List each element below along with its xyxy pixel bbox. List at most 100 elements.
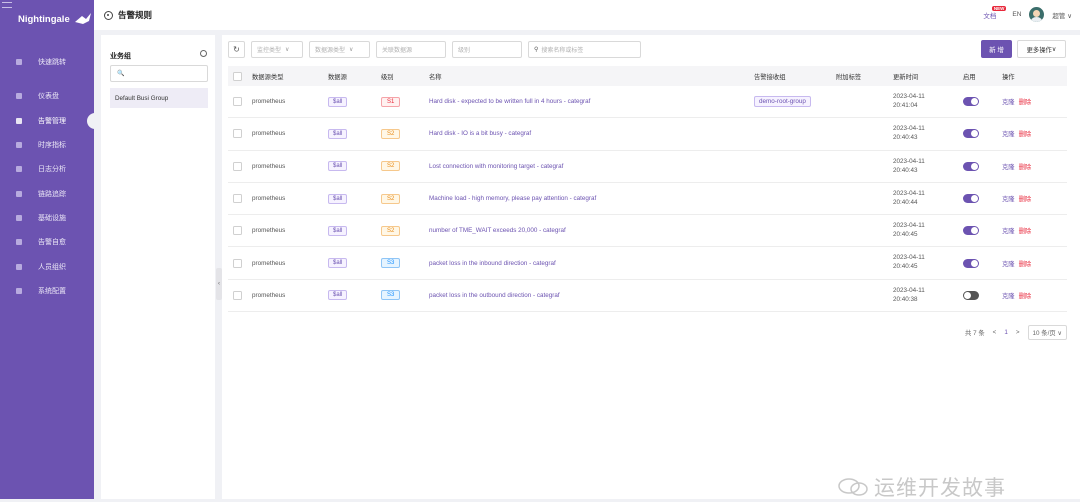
- datasource-type-select[interactable]: 数据源类型 ∨: [309, 40, 370, 58]
- row-actions: 克隆 删除: [1002, 129, 1031, 138]
- sidebar-item-log-analysis[interactable]: 日志分析: [0, 157, 94, 181]
- watermark: 运维开发故事: [838, 472, 1006, 502]
- rule-name-link[interactable]: Hard disk - expected to be written full …: [429, 98, 590, 105]
- delete-button[interactable]: 删除: [1019, 293, 1032, 300]
- rule-name-link[interactable]: Machine load - high memory, please pay a…: [429, 195, 596, 202]
- rule-name-link[interactable]: packet loss in the outbound direction - …: [429, 292, 560, 299]
- rule-name-link[interactable]: number of TME_WAIT exceeds 20,000 - cate…: [429, 227, 566, 234]
- settings-icon[interactable]: [200, 50, 207, 57]
- row-checkbox[interactable]: [233, 226, 242, 236]
- select-all-checkbox[interactable]: [233, 71, 242, 81]
- sidebar-item-infrastructure[interactable]: 基础设施: [0, 206, 94, 230]
- enable-toggle[interactable]: [963, 194, 979, 204]
- clone-button[interactable]: 克隆: [1002, 99, 1015, 106]
- rule-name-link[interactable]: packet loss in the inbound direction - c…: [429, 260, 556, 267]
- severity-placeholder: 级别: [458, 47, 471, 54]
- delete-button[interactable]: 删除: [1019, 131, 1032, 138]
- col-extra-labels: 附加标签: [836, 73, 862, 81]
- prev-page-button[interactable]: <: [993, 329, 997, 336]
- sidebar-item-tracing[interactable]: 链路追踪: [0, 181, 94, 205]
- page-size-select[interactable]: 10 条/页 ∨: [1027, 325, 1067, 340]
- row-checkbox[interactable]: [233, 290, 242, 300]
- enable-toggle[interactable]: [963, 290, 979, 300]
- page-1-button[interactable]: 1: [1004, 329, 1008, 336]
- table-row: prometheus $all S3 packet loss in the outbo…: [228, 280, 1067, 313]
- rule-name-link[interactable]: Lost connection with monitoring target -…: [429, 163, 563, 170]
- row-checkbox[interactable]: [233, 129, 242, 139]
- sidebar-item-label: 基础设施: [38, 214, 66, 222]
- datasource-tag: $all: [328, 290, 348, 301]
- col-enabled: 启用: [963, 73, 976, 81]
- severity-cell: S3: [381, 258, 401, 269]
- row-checkbox[interactable]: [233, 161, 242, 171]
- severity-select[interactable]: 级别: [452, 40, 522, 58]
- sidebar-item-dashboard[interactable]: 仪表盘: [0, 84, 94, 108]
- language-switch[interactable]: EN: [1012, 11, 1021, 18]
- clone-button[interactable]: 克隆: [1002, 228, 1015, 235]
- enable-toggle[interactable]: [963, 129, 979, 139]
- delete-button[interactable]: 删除: [1019, 99, 1032, 106]
- enable-toggle[interactable]: [963, 161, 979, 171]
- add-rule-button[interactable]: 新 增: [981, 40, 1012, 58]
- delete-button[interactable]: 删除: [1019, 228, 1032, 235]
- header-actions: 文档 NEW EN 超管 ∨: [983, 5, 1072, 22]
- clone-button[interactable]: 克隆: [1002, 131, 1015, 138]
- sidebar-item-quick-jump[interactable]: 快速跳转: [0, 50, 94, 74]
- severity-badge: S2: [381, 225, 401, 236]
- group-search-input[interactable]: 🔍: [110, 65, 208, 82]
- col-datasource: 数据源: [328, 73, 347, 81]
- refresh-button[interactable]: ↻: [228, 40, 245, 58]
- severity-cell: S3: [381, 290, 401, 301]
- row-checkbox[interactable]: [233, 97, 242, 107]
- menu-toggle-icon[interactable]: [2, 2, 12, 8]
- clone-button[interactable]: 克隆: [1002, 196, 1015, 203]
- enable-toggle[interactable]: [963, 97, 979, 107]
- sidebar-item-system-config[interactable]: 系统配置: [0, 279, 94, 303]
- row-checkbox[interactable]: [233, 258, 242, 268]
- clone-button[interactable]: 克隆: [1002, 293, 1015, 300]
- updated-time: 20:40:43: [893, 166, 918, 174]
- datasource-type-cell: prometheus: [252, 130, 286, 138]
- watermark-text: 运维开发故事: [874, 476, 1006, 500]
- user-menu[interactable]: 超管 ∨: [1052, 10, 1072, 20]
- page-size-label: 10 条/页: [1032, 330, 1056, 337]
- sidebar-item-alert-management[interactable]: 告警管理: [0, 109, 95, 133]
- gear-icon: [104, 10, 113, 20]
- datasource-cell: $all: [328, 161, 348, 172]
- dashboard-icon: [16, 93, 22, 100]
- rules-main: ↻ 监控类型 ∨ 数据源类型 ∨ 关联数据源 级别 ⚲ 搜索名称或标签 新 增 更多操…: [222, 35, 1080, 499]
- enable-toggle[interactable]: [963, 226, 979, 236]
- row-checkbox[interactable]: [233, 194, 242, 204]
- clone-button[interactable]: 克隆: [1002, 164, 1015, 171]
- sidebar-item-users[interactable]: 人员组织: [0, 254, 94, 278]
- datasource-cell: $all: [328, 193, 348, 204]
- sidebar-item-alert-self-healing[interactable]: 告警自愈: [0, 230, 94, 254]
- enable-toggle[interactable]: [963, 258, 979, 268]
- chevron-down-icon: ∨: [1067, 12, 1072, 20]
- trace-icon: [16, 190, 22, 197]
- severity-badge: S3: [381, 258, 401, 269]
- docs-link[interactable]: 文档 NEW: [983, 5, 1007, 20]
- search-icon: [16, 59, 22, 66]
- clone-button[interactable]: 克隆: [1002, 261, 1015, 268]
- next-page-button[interactable]: >: [1016, 329, 1020, 336]
- monitor-type-placeholder: 监控类型: [257, 47, 282, 54]
- sidebar-item-metrics[interactable]: 时序指标: [0, 133, 94, 157]
- search-input[interactable]: ⚲ 搜索名称或标签: [528, 40, 641, 58]
- avatar[interactable]: [1029, 7, 1045, 22]
- delete-button[interactable]: 删除: [1019, 261, 1032, 268]
- more-actions-button[interactable]: 更多操作 ∨: [1017, 40, 1066, 58]
- updated-time: 20:40:43: [893, 134, 918, 142]
- related-datasource-select[interactable]: 关联数据源: [376, 40, 446, 58]
- group-item-default[interactable]: Default Busi Group: [110, 88, 208, 108]
- monitor-type-select[interactable]: 监控类型 ∨: [251, 40, 303, 58]
- rule-name-link[interactable]: Hard disk - IO is a bit busy - categraf: [429, 130, 531, 137]
- severity-badge: S2: [381, 193, 401, 204]
- sidebar-item-label: 告警自愈: [38, 239, 66, 247]
- updated-at-cell: 2023-04-11 20:41:04: [893, 92, 925, 110]
- updated-at-cell: 2023-04-11 20:40:45: [893, 221, 925, 239]
- search-icon: 🔍: [117, 71, 125, 77]
- delete-button[interactable]: 删除: [1019, 164, 1032, 171]
- logo[interactable]: Nightingale: [18, 12, 92, 26]
- delete-button[interactable]: 删除: [1019, 196, 1032, 203]
